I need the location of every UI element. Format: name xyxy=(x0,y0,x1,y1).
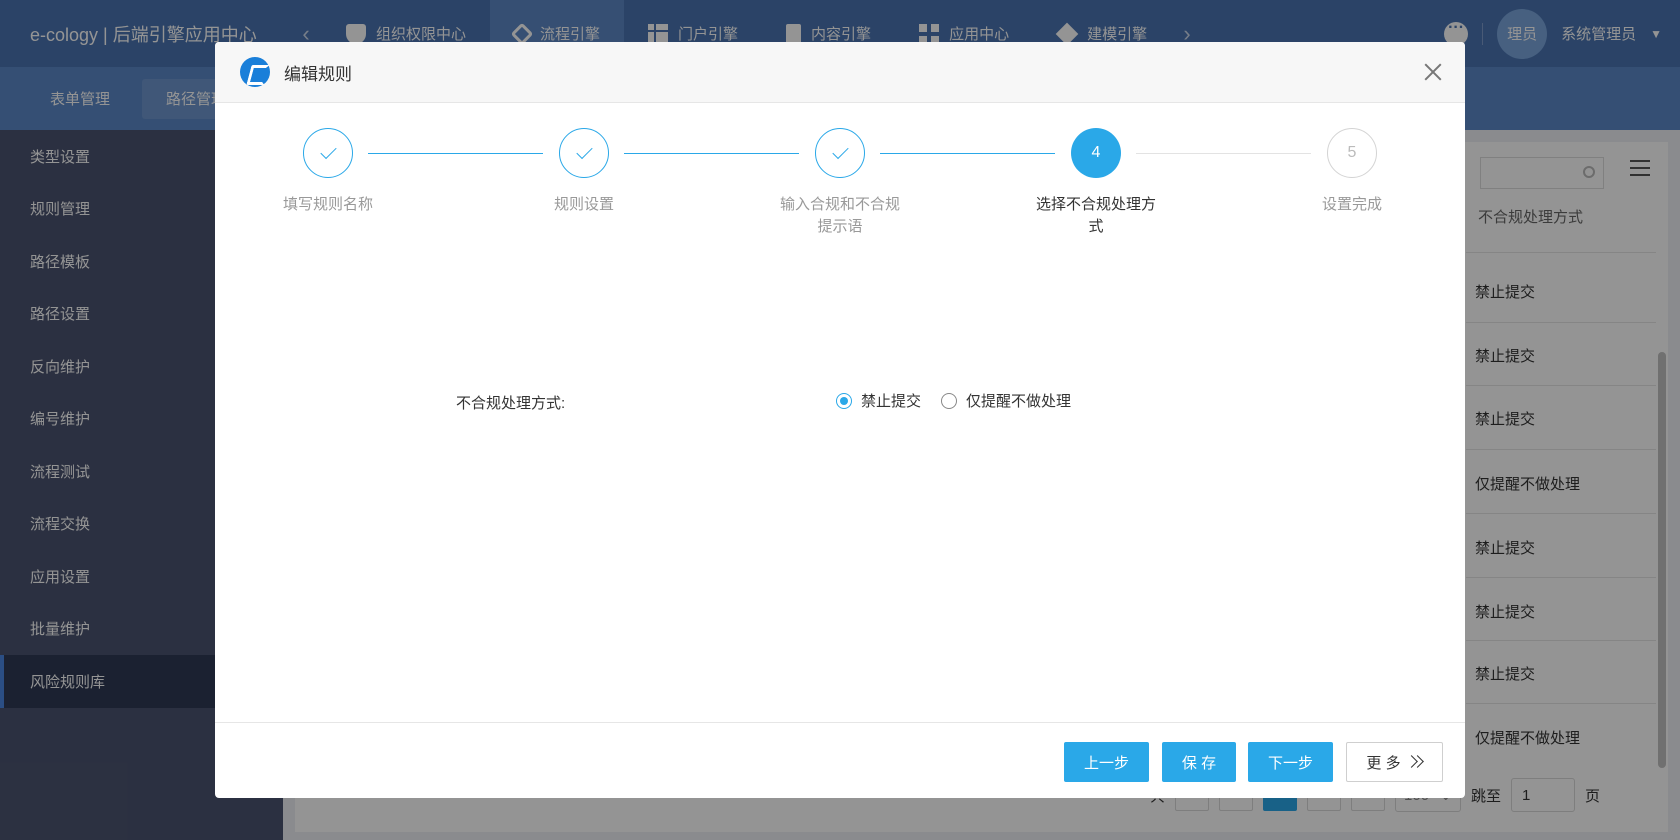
more-button-label: 更 多 xyxy=(1366,754,1401,772)
handling-method-row: 不合规处理方式: 禁止提交 仅提醒不做处理 xyxy=(215,388,1465,418)
next-step-button[interactable]: 下一步 xyxy=(1248,742,1333,782)
radio-label: 禁止提交 xyxy=(861,393,922,410)
step-label: 选择不合规处理方式 xyxy=(1035,196,1156,235)
step-2-done-check-icon xyxy=(559,128,609,178)
prev-step-button[interactable]: 上一步 xyxy=(1064,742,1149,782)
step-connector xyxy=(624,153,799,154)
handling-method-label: 不合规处理方式: xyxy=(456,395,566,412)
radio-unchecked-icon[interactable] xyxy=(941,392,958,409)
stepper: 4 5 填写规则名称 规则设置 输入合规和不合规提示语 选择不合规处理方式 设置… xyxy=(215,128,1465,248)
close-icon[interactable] xyxy=(1423,62,1443,82)
step-5-pending: 5 xyxy=(1327,128,1377,178)
more-button[interactable]: 更 多 xyxy=(1346,742,1443,782)
step-connector xyxy=(880,153,1055,154)
step-connector xyxy=(368,153,543,154)
save-button[interactable]: 保 存 xyxy=(1162,742,1236,782)
step-4-current: 4 xyxy=(1071,128,1121,178)
edit-rule-dialog: 编辑规则 4 5 填写规则名称 规则设置 输入合规和不合规提示语 选择不合规处理… xyxy=(215,42,1465,798)
dialog-footer: 上一步 保 存 下一步 更 多 xyxy=(215,722,1465,798)
step-1-done-check-icon xyxy=(303,128,353,178)
step-label: 设置完成 xyxy=(1321,196,1382,213)
handling-method-radio-group: 禁止提交 仅提醒不做处理 xyxy=(836,390,1071,411)
step-connector xyxy=(1136,153,1311,154)
radio-checked-icon[interactable] xyxy=(836,392,852,409)
step-label: 规则设置 xyxy=(553,196,614,213)
step-label: 填写规则名称 xyxy=(282,196,373,213)
double-chevron-right-icon xyxy=(1407,755,1423,769)
radio-forbid-submit[interactable]: 禁止提交 xyxy=(836,390,921,411)
dialog-title: 编辑规则 xyxy=(284,64,352,84)
radio-label: 仅提醒不做处理 xyxy=(966,393,1072,410)
step-label: 输入合规和不合规提示语 xyxy=(779,196,900,235)
dialog-header: 编辑规则 xyxy=(215,42,1465,103)
radio-remind-only[interactable]: 仅提醒不做处理 xyxy=(941,390,1071,411)
step-3-done-check-icon xyxy=(815,128,865,178)
app-logo-icon xyxy=(240,57,270,87)
